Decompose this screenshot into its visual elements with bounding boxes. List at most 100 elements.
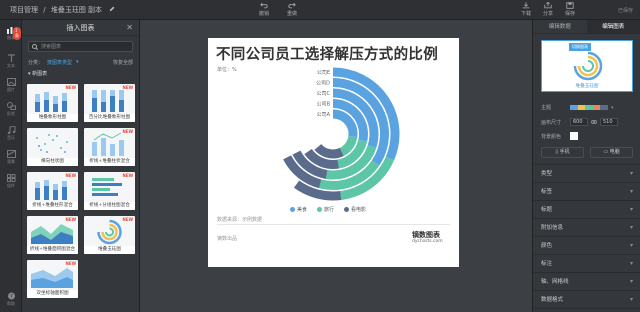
section-type[interactable]: 类型 ▾ <box>533 164 640 182</box>
share-label: 分享 <box>542 11 553 17</box>
chevron-down-icon: ▾ <box>629 278 633 285</box>
save-button[interactable]: 保存 <box>562 2 578 17</box>
editor-canvas: 不同公司员工选择解压方式的比例 单位：% 公司E 公司D 公司C 公司B 公司A 美食 … <box>140 20 532 312</box>
new-tag: NEW <box>122 129 134 134</box>
section-label: 类型 <box>541 171 553 177</box>
chart-card-line-stacked-area[interactable]: NEW 折线+堆叠面积图混合 <box>27 216 78 254</box>
chart-card-caption: 折线+堆叠柱形混合 <box>27 202 78 210</box>
section-axis-grid[interactable]: 轴、网格线 ▾ <box>533 272 640 290</box>
tab-edit-data[interactable]: 编辑数据 <box>533 20 587 33</box>
top-bar: 项目管理 / 堆叠玉珏图 副本 撤销 重做 下载 分享 保存 已保存 <box>0 0 640 20</box>
height-input[interactable]: 510 <box>600 118 618 126</box>
theme-row[interactable]: 主题 ▾ <box>541 104 614 112</box>
section-title[interactable]: 标题 ▾ <box>533 200 640 218</box>
section-data-format[interactable]: 数据格式 ▾ <box>533 290 640 308</box>
section-label: 附加信息 <box>541 225 564 231</box>
section-annotation[interactable]: 标注 ▾ <box>533 254 640 272</box>
rail-item-image[interactable]: 图片 <box>0 78 22 93</box>
rail-item-text[interactable]: 文本 <box>0 54 22 69</box>
undo-button[interactable]: 撤销 <box>256 2 272 17</box>
preview-caption: 堆叠玉珏图 <box>575 84 599 89</box>
link-icon[interactable] <box>591 119 597 125</box>
chart-card-horizontal-bar[interactable]: 横向柱状图 <box>27 128 78 166</box>
rail-label-image: 图片 <box>7 87 15 92</box>
chart-card-caption: 双坐标轴面积图 <box>27 290 78 298</box>
chevron-down-icon[interactable]: ▾ <box>611 105 614 111</box>
radial-bar-segment[interactable] <box>332 109 358 138</box>
theme-swatch[interactable] <box>570 105 608 110</box>
chart-card-percent-pictorial[interactable]: NEW 百分比堆叠象形柱图 <box>84 84 135 122</box>
chevron-down-icon: ▾ <box>629 170 633 177</box>
left-rail: 图表 1条 文本 图片 形状 音乐 背景 组件 ? 帮助 <box>0 20 22 312</box>
edit-name-icon[interactable] <box>109 6 115 12</box>
footer-credit: 镝数出品 <box>217 236 238 242</box>
chart-card-line-stacked-column[interactable]: NEW 折线+堆叠柱形混合 <box>27 172 78 210</box>
chevron-down-icon: ▾ <box>629 260 633 267</box>
redo-button[interactable]: 重做 <box>284 2 300 17</box>
tab-edit-chart[interactable]: 编辑图表 <box>586 20 640 33</box>
category-label: 公司E <box>317 70 330 76</box>
chevron-down-icon: ▾ <box>629 242 633 249</box>
data-source[interactable]: 数据来源：示例数据 <box>217 216 262 223</box>
section-color[interactable]: 颜色 ▾ <box>533 236 640 254</box>
chart-legend[interactable]: 美食 旅行 看电影 <box>290 206 366 213</box>
horizontal-bar-thumb <box>36 134 68 153</box>
category-label: 公司C <box>317 91 331 97</box>
section-style[interactable]: 样式▾ <box>533 308 640 312</box>
chart-sheet[interactable]: 不同公司员工选择解压方式的比例 单位：% 公司E 公司D 公司C 公司B 公司A 美食 … <box>208 38 459 267</box>
clear-filter-link[interactable]: 恢复全部 <box>113 59 133 66</box>
legend-label: 旅行 <box>324 207 335 213</box>
section-labels[interactable]: 标签 ▾ <box>533 182 640 200</box>
breadcrumb-separator: / <box>43 6 46 14</box>
rail-label-shape: 形状 <box>7 111 15 116</box>
section-extra-info[interactable]: 附加信息 ▾ <box>533 218 640 236</box>
section-label: 数据格式 <box>541 297 564 303</box>
rail-item-shape[interactable]: 形状 <box>0 102 22 117</box>
category-label: 公司D <box>316 81 330 87</box>
chart-card-line-stacked-bar[interactable]: NEW 折线+堆叠柱状混合 <box>84 128 135 166</box>
new-tag: NEW <box>65 85 77 90</box>
chart-card-line-grouped-bar[interactable]: NEW 折线+分组柱图混合 <box>84 172 135 210</box>
chart-card-stacked-pictorial[interactable]: NEW 堆叠象形柱图 <box>27 84 78 122</box>
radial-bar-segment[interactable] <box>339 135 358 156</box>
legend-swatch <box>317 207 323 212</box>
close-icon[interactable]: ✕ <box>126 20 133 36</box>
mobile-button[interactable]: ▯ 手机 <box>541 147 584 158</box>
section-label: 标签 <box>541 189 553 195</box>
new-tag: NEW <box>65 173 77 178</box>
component-icon <box>6 174 15 182</box>
right-panel: 编辑数据 编辑图表 切换图表 堆叠玉珏图 主题 ▾ 画布尺寸 600 510 背… <box>532 20 640 312</box>
panel-header: 插入图表 ✕ <box>22 20 139 36</box>
chart-card-dual-axis-area[interactable]: NEW 双坐标轴面积图 <box>27 260 78 298</box>
bg-color-picker[interactable] <box>570 132 578 140</box>
rail-label-component: 组件 <box>7 183 15 188</box>
rail-item-component[interactable]: 组件 <box>0 174 22 189</box>
chevron-down-icon[interactable]: ▾ <box>76 59 79 65</box>
new-tag: NEW <box>122 173 134 178</box>
share-button[interactable]: 分享 <box>540 2 556 17</box>
search-placeholder: 搜索图表 <box>41 44 62 50</box>
download-icon <box>522 2 530 9</box>
filter-select[interactable]: 按图表类型 <box>47 59 72 66</box>
section-new-charts[interactable]: ▾ 新图表 <box>22 67 139 80</box>
width-input[interactable]: 600 <box>570 118 588 126</box>
size-row: 画布尺寸 600 510 <box>541 118 618 126</box>
legend-item: 美食 <box>290 206 307 213</box>
chart-card-caption: 堆叠玉珏图 <box>84 246 135 254</box>
save-status: 已保存 <box>618 8 634 14</box>
theme-label: 主题 <box>541 105 552 111</box>
pc-button[interactable]: ▭ 电脑 <box>590 147 633 158</box>
search-input[interactable]: 搜索图表 <box>28 41 133 52</box>
radial-bar-segment[interactable] <box>314 143 344 159</box>
rail-item-music[interactable]: 音乐 <box>0 126 22 141</box>
chart-card-stacked-radial[interactable]: NEW 堆叠玉珏图 <box>84 216 135 254</box>
chart-preview[interactable]: 切换图表 堆叠玉珏图 <box>541 40 633 92</box>
help-button[interactable]: ? 帮助 <box>0 292 22 307</box>
download-button[interactable]: 下载 <box>518 2 534 17</box>
new-tag: NEW <box>65 261 77 266</box>
breadcrumb-home[interactable]: 项目管理 <box>10 6 38 14</box>
breadcrumb-file[interactable]: 堆叠玉珏图 副本 <box>51 6 102 14</box>
radial-stacked-chart[interactable]: 公司E 公司D 公司C 公司B 公司A <box>208 46 459 206</box>
chart-card-caption: 折线+堆叠柱状混合 <box>84 158 135 166</box>
rail-item-background[interactable]: 背景 <box>0 150 22 165</box>
